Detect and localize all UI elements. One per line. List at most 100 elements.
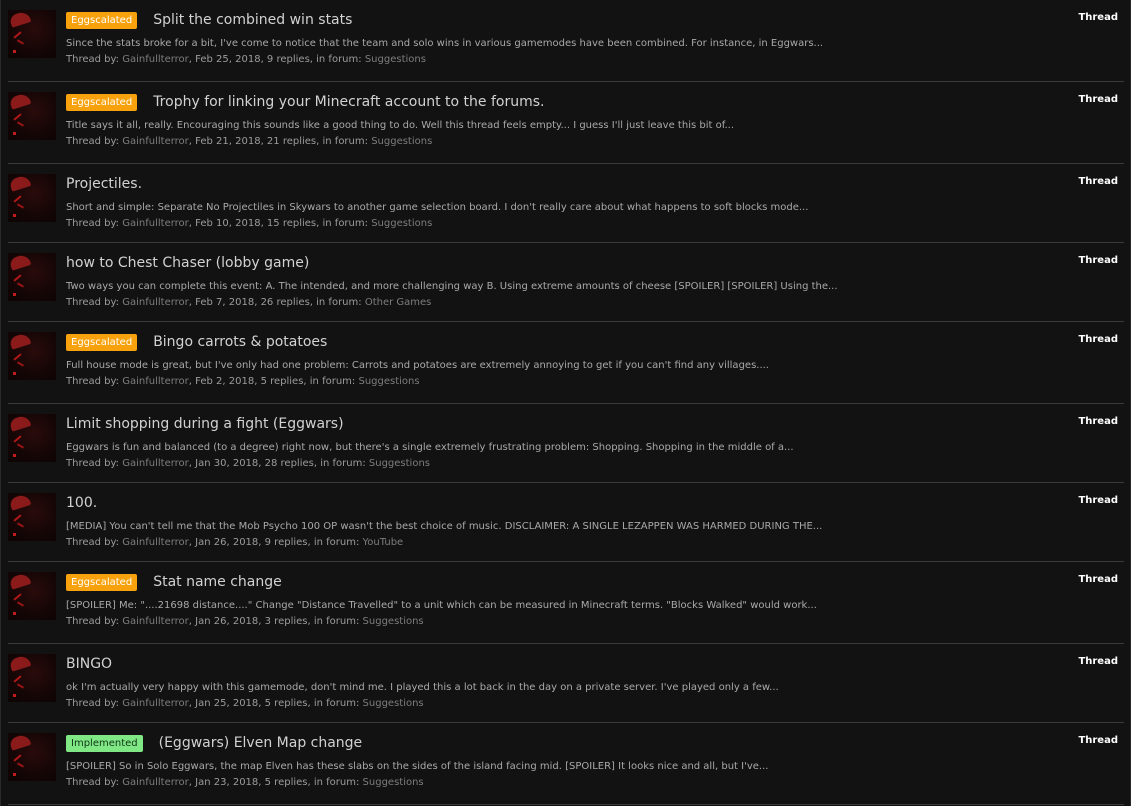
content-type-label: Thread <box>1078 735 1118 746</box>
by-label: Thread by: <box>66 54 120 65</box>
thread-snippet: [SPOILER] So in Solo Eggwars, the map El… <box>66 761 769 772</box>
meta-details: , Feb 7, 2018, 26 replies, in forum: <box>188 297 362 308</box>
by-label: Thread by: <box>66 297 120 308</box>
thread-meta: Thread by: Gainfullterror, Jan 25, 2018,… <box>66 697 1044 710</box>
thread-snippet: Two ways you can complete this event: A.… <box>66 281 838 292</box>
author-link[interactable]: Gainfullterror <box>122 537 189 548</box>
content-type-label: Thread <box>1078 416 1118 427</box>
result-row: Projectiles. Short and simple: Separate … <box>8 164 1124 243</box>
author-link[interactable]: Gainfullterror <box>122 376 189 387</box>
thread-title-link[interactable]: Bingo carrots & potatoes <box>153 334 327 350</box>
thread-title-link[interactable]: (Eggwars) Elven Map change <box>159 735 363 751</box>
author-link[interactable]: Gainfullterror <box>122 616 189 627</box>
avatar[interactable] <box>8 253 56 301</box>
meta-details: , Feb 25, 2018, 9 replies, in forum: <box>188 54 362 65</box>
by-label: Thread by: <box>66 136 120 147</box>
author-link[interactable]: Gainfullterror <box>122 54 189 65</box>
prefix-badge[interactable]: Eggscalated <box>66 333 138 351</box>
meta-details: , Feb 21, 2018, 21 replies, in forum: <box>188 136 368 147</box>
content-type-label: Thread <box>1078 656 1118 667</box>
result-row: Eggscalated Trophy for linking your Mine… <box>8 82 1124 164</box>
prefix-badge[interactable]: Eggscalated <box>66 11 138 29</box>
forum-link[interactable]: Suggestions <box>363 616 424 627</box>
thread-snippet: Title says it all, really. Encouraging t… <box>66 120 735 131</box>
meta-details: , Feb 10, 2018, 15 replies, in forum: <box>188 218 368 229</box>
result-row: Implemented (Eggwars) Elven Map change [… <box>8 723 1124 805</box>
by-label: Thread by: <box>66 537 120 548</box>
avatar[interactable] <box>8 733 56 781</box>
thread-title-link[interactable]: 100. <box>66 495 97 511</box>
thread-meta: Thread by: Gainfullterror, Feb 7, 2018, … <box>66 296 1044 309</box>
by-label: Thread by: <box>66 218 120 229</box>
thread-meta: Thread by: Gainfullterror, Jan 30, 2018,… <box>66 457 1044 470</box>
by-label: Thread by: <box>66 698 120 709</box>
by-label: Thread by: <box>66 376 120 387</box>
by-label: Thread by: <box>66 458 120 469</box>
author-link[interactable]: Gainfullterror <box>122 218 189 229</box>
prefix-badge[interactable]: Eggscalated <box>66 93 138 111</box>
content-type-label: Thread <box>1078 94 1118 105</box>
prefix-badge[interactable]: Implemented <box>66 734 143 752</box>
content-type-label: Thread <box>1078 12 1118 23</box>
avatar[interactable] <box>8 174 56 222</box>
thread-meta: Thread by: Gainfullterror, Feb 21, 2018,… <box>66 135 1044 148</box>
thread-title-link[interactable]: Trophy for linking your Minecraft accoun… <box>153 94 544 110</box>
author-link[interactable]: Gainfullterror <box>122 777 189 788</box>
thread-snippet: [MEDIA] You can't tell me that the Mob P… <box>66 521 823 532</box>
forum-link[interactable]: Other Games <box>365 297 432 308</box>
thread-snippet: Since the stats broke for a bit, I've co… <box>66 38 824 49</box>
thread-meta: Thread by: Gainfullterror, Jan 23, 2018,… <box>66 776 1044 789</box>
result-row: 100. [MEDIA] You can't tell me that the … <box>8 483 1124 562</box>
meta-details: , Jan 26, 2018, 9 replies, in forum: <box>188 537 360 548</box>
author-link[interactable]: Gainfullterror <box>122 297 189 308</box>
avatar[interactable] <box>8 654 56 702</box>
content-type-label: Thread <box>1078 176 1118 187</box>
forum-link[interactable]: Suggestions <box>363 698 424 709</box>
result-row: how to Chest Chaser (lobby game) Two way… <box>8 243 1124 322</box>
forum-link[interactable]: Suggestions <box>365 54 426 65</box>
meta-details: , Jan 30, 2018, 28 replies, in forum: <box>188 458 366 469</box>
forum-link[interactable]: Suggestions <box>371 136 432 147</box>
by-label: Thread by: <box>66 616 120 627</box>
by-label: Thread by: <box>66 777 120 788</box>
thread-meta: Thread by: Gainfullterror, Jan 26, 2018,… <box>66 536 1044 549</box>
thread-title-link[interactable]: Stat name change <box>153 574 282 590</box>
avatar[interactable] <box>8 332 56 380</box>
forum-link[interactable]: Suggestions <box>369 458 430 469</box>
content-type-label: Thread <box>1078 334 1118 345</box>
author-link[interactable]: Gainfullterror <box>122 458 189 469</box>
forum-link[interactable]: Suggestions <box>358 376 419 387</box>
author-link[interactable]: Gainfullterror <box>122 136 189 147</box>
thread-meta: Thread by: Gainfullterror, Jan 26, 2018,… <box>66 615 1044 628</box>
thread-title-link[interactable]: Split the combined win stats <box>153 12 352 28</box>
content-type-label: Thread <box>1078 574 1118 585</box>
result-row: BINGO ok I'm actually very happy with th… <box>8 644 1124 723</box>
thread-meta: Thread by: Gainfullterror, Feb 2, 2018, … <box>66 375 1044 388</box>
search-results-list: Eggscalated Split the combined win stats… <box>0 0 1131 806</box>
content-type-label: Thread <box>1078 495 1118 506</box>
avatar[interactable] <box>8 572 56 620</box>
thread-title-link[interactable]: Projectiles. <box>66 176 142 192</box>
thread-snippet: Short and simple: Separate No Projectile… <box>66 202 809 213</box>
author-link[interactable]: Gainfullterror <box>122 698 189 709</box>
forum-link[interactable]: Suggestions <box>371 218 432 229</box>
prefix-badge[interactable]: Eggscalated <box>66 573 138 591</box>
avatar[interactable] <box>8 10 56 58</box>
result-row: Eggscalated Bingo carrots & potatoes Ful… <box>8 322 1124 404</box>
avatar[interactable] <box>8 414 56 462</box>
thread-title-link[interactable]: how to Chest Chaser (lobby game) <box>66 255 309 271</box>
result-row: Eggscalated Stat name change [SPOILER] M… <box>8 562 1124 644</box>
thread-snippet: Eggwars is fun and balanced (to a degree… <box>66 442 794 453</box>
thread-meta: Thread by: Gainfullterror, Feb 10, 2018,… <box>66 217 1044 230</box>
content-type-label: Thread <box>1078 255 1118 266</box>
forum-link[interactable]: Suggestions <box>363 777 424 788</box>
forum-link[interactable]: YouTube <box>363 537 404 548</box>
thread-title-link[interactable]: Limit shopping during a fight (Eggwars) <box>66 416 344 432</box>
avatar[interactable] <box>8 92 56 140</box>
thread-snippet: ok I'm actually very happy with this gam… <box>66 682 779 693</box>
meta-details: , Jan 25, 2018, 5 replies, in forum: <box>188 698 360 709</box>
result-row: Limit shopping during a fight (Eggwars) … <box>8 404 1124 483</box>
avatar[interactable] <box>8 493 56 541</box>
meta-details: , Jan 26, 2018, 3 replies, in forum: <box>188 616 360 627</box>
thread-title-link[interactable]: BINGO <box>66 656 112 672</box>
